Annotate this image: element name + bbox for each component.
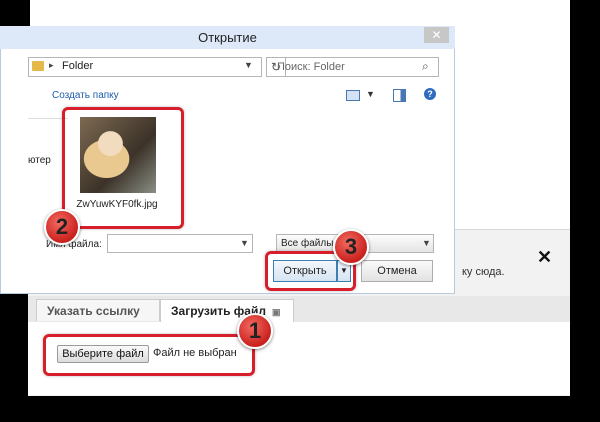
step-marker-1: 1 [237,313,273,349]
nav-item-computer[interactable]: ютер [28,155,51,166]
highlight-file [62,107,184,229]
tab-upload-file[interactable]: Загрузить файл ▣ [160,299,294,322]
step-marker-2: 2 [44,209,80,245]
search-placeholder: Поиск: Folder [277,61,345,73]
help-icon[interactable]: ? [424,88,436,100]
close-icon[interactable]: ✕ [537,247,552,268]
chevron-down-icon[interactable]: ▼ [244,60,253,70]
save-icon: ▣ [271,307,281,317]
chevron-down-icon[interactable]: ▼ [422,238,431,248]
upload-hint-text: ку сюда. [462,266,505,278]
tab-link-label: Указать ссылку [47,304,140,318]
preview-pane-icon[interactable] [393,89,406,102]
chevron-down-icon[interactable]: ▼ [240,238,249,248]
step-marker-3: 3 [333,229,369,265]
dialog-close-button[interactable]: ✕ [424,27,449,43]
chevron-down-icon[interactable]: ▼ [366,89,375,99]
tab-link[interactable]: Указать ссылку [36,299,160,321]
address-path[interactable]: Folder [62,60,93,72]
filename-input[interactable] [107,234,253,253]
file-type-value: Все файлы [281,238,334,249]
new-folder-button[interactable]: Создать папку [52,90,119,101]
view-mode-icon[interactable] [346,90,360,101]
dialog-title: Открытие [198,30,257,45]
chevron-right-icon[interactable]: ▸ [49,60,54,71]
highlight-choose-file [43,334,255,376]
search-icon[interactable]: ⌕ [422,59,429,74]
cancel-button[interactable]: Отмена [361,260,433,282]
folder-icon [32,61,44,71]
